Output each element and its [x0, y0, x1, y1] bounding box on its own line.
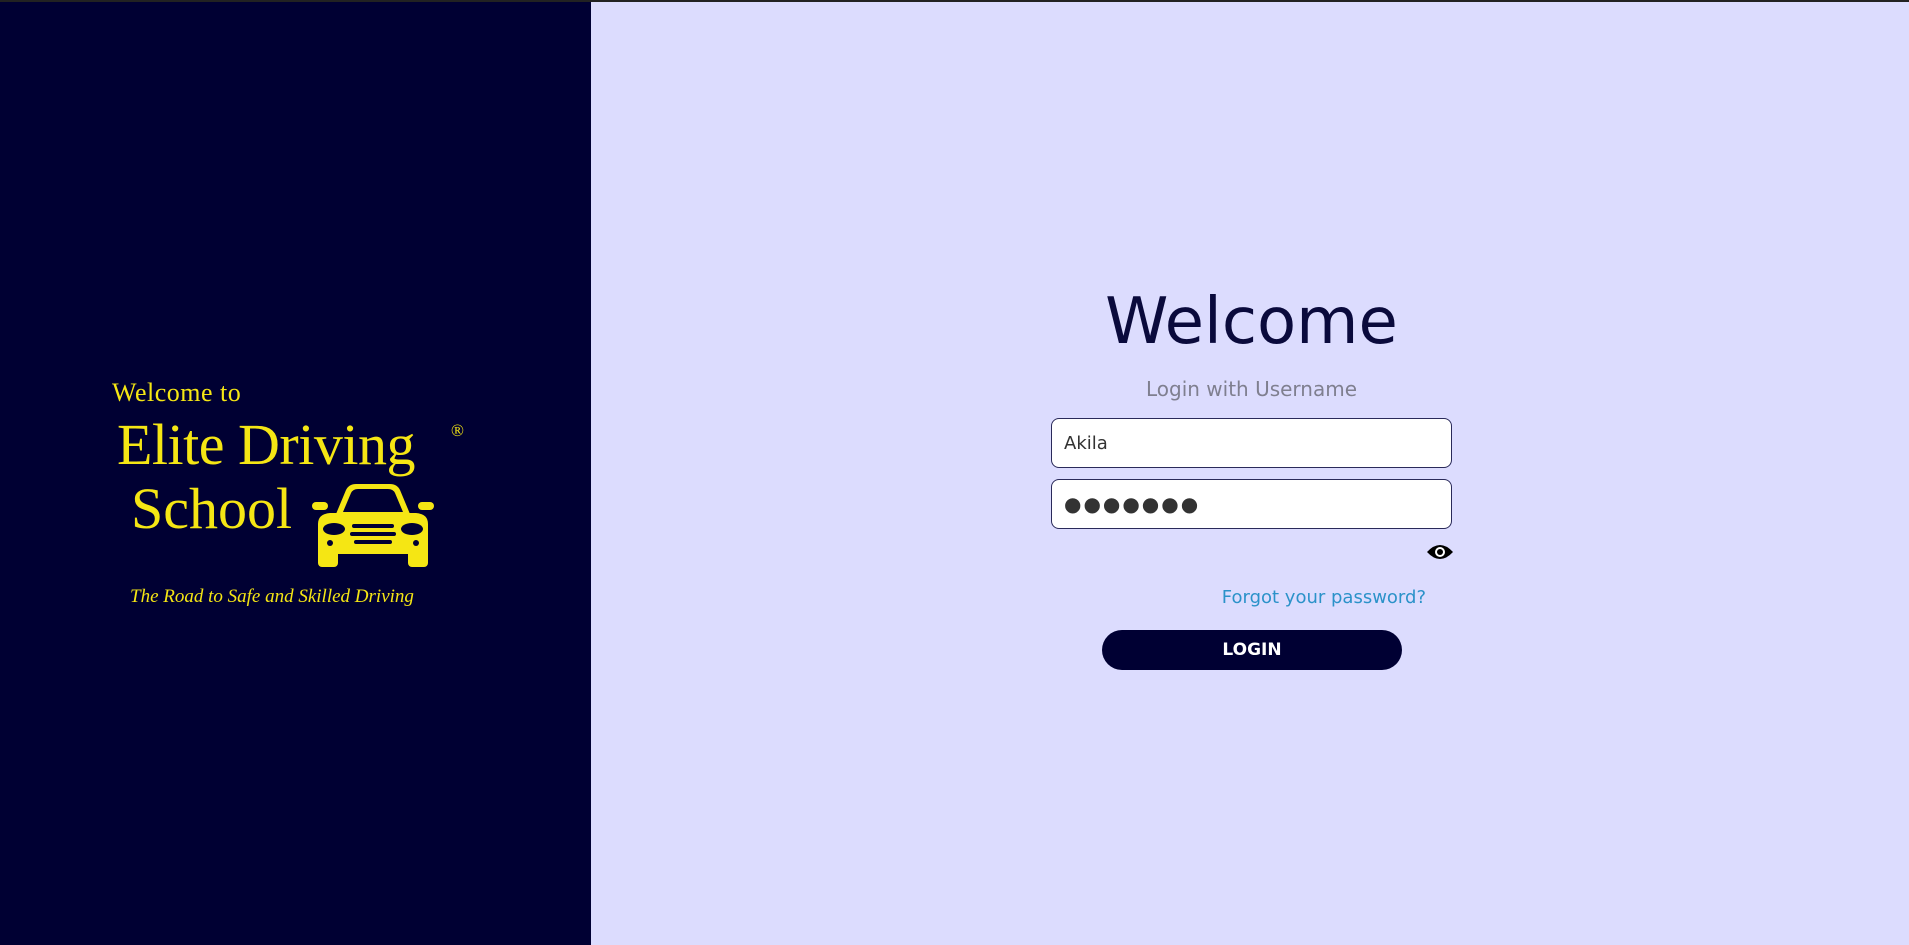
logo-brand-name-school: School: [131, 476, 293, 541]
username-input[interactable]: [1051, 418, 1452, 468]
forgot-password-link[interactable]: Forgot your password?: [1222, 587, 1426, 608]
logo-welcome-text: Welcome to: [112, 378, 242, 407]
registered-mark: ®: [451, 421, 464, 440]
brand-panel: Welcome to Elite Driving ® School The Ro…: [0, 2, 591, 945]
eye-icon[interactable]: [1426, 542, 1454, 562]
logo-brand-name: Elite Driving: [117, 412, 415, 477]
car-icon: [312, 484, 434, 567]
page-title: Welcome: [1105, 285, 1398, 359]
login-panel: Welcome Login with Username Forgot your …: [591, 2, 1909, 945]
login-subtitle: Login with Username: [1145, 377, 1358, 401]
logo-tagline: The Road to Safe and Skilled Driving: [130, 586, 414, 607]
login-button[interactable]: LOGIN: [1102, 630, 1402, 670]
login-page: Welcome to Elite Driving ® School The Ro…: [0, 0, 1909, 945]
password-input[interactable]: [1051, 479, 1452, 529]
school-logo: Welcome to Elite Driving ® School The Ro…: [112, 378, 472, 608]
